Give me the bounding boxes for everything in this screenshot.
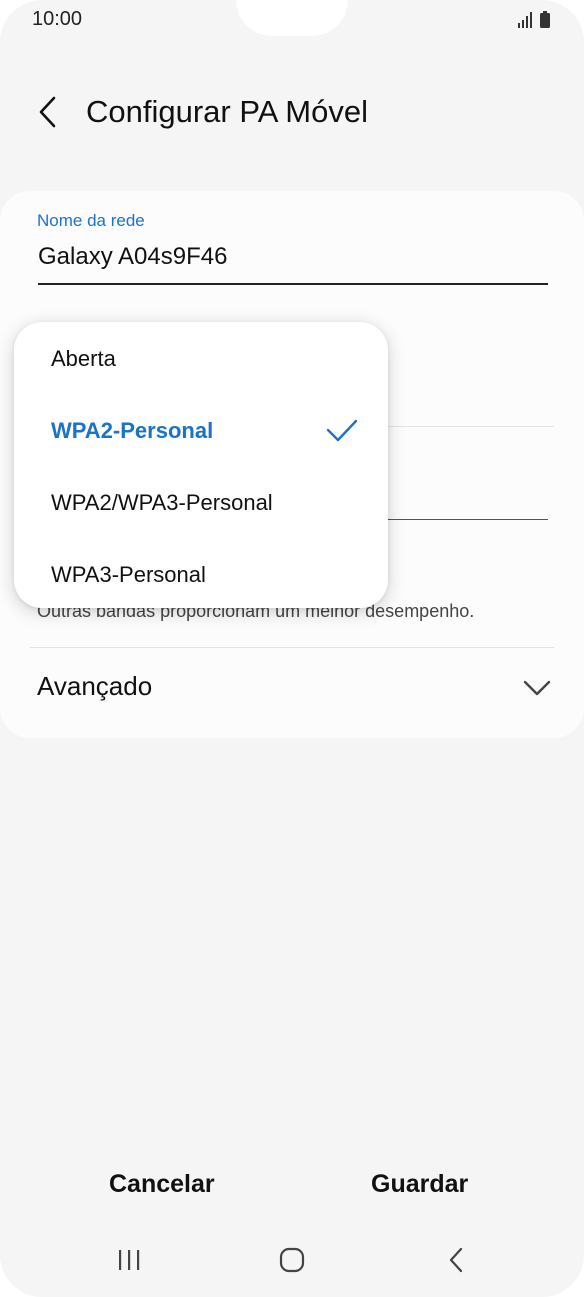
- password-underline: [388, 519, 548, 520]
- system-navbar: [0, 1230, 584, 1290]
- phone-screen: 10:00 Configurar PA Móvel Nome da rede O…: [0, 0, 584, 1297]
- option-aberta[interactable]: Aberta: [14, 324, 388, 396]
- signal-icon: [518, 11, 550, 28]
- home-icon: [279, 1247, 305, 1273]
- option-label: Aberta: [51, 346, 116, 371]
- home-button[interactable]: [268, 1240, 316, 1280]
- option-wpa2-wpa3-personal[interactable]: WPA2/WPA3-Personal: [14, 468, 388, 540]
- option-wpa3-personal[interactable]: WPA3-Personal: [14, 540, 388, 612]
- option-wpa2-personal[interactable]: WPA2-Personal: [14, 396, 388, 468]
- recents-button[interactable]: [105, 1240, 153, 1280]
- chevron-down-icon: [523, 680, 551, 696]
- status-time: 10:00: [32, 8, 83, 30]
- recents-icon: [119, 1250, 140, 1270]
- network-name-input[interactable]: [38, 243, 546, 271]
- bottom-action-bar: Cancelar Guardar: [0, 1160, 584, 1220]
- cancel-button[interactable]: Cancelar: [109, 1170, 215, 1199]
- check-icon: [326, 419, 358, 442]
- advanced-row[interactable]: Avançado: [0, 651, 584, 731]
- page-title: Configurar PA Móvel: [86, 94, 368, 129]
- security-dropdown-menu: Aberta WPA2-Personal WPA2/WPA3-Personal …: [14, 322, 388, 608]
- network-name-label: Nome da rede: [37, 211, 145, 230]
- nav-back-button[interactable]: [432, 1240, 480, 1280]
- divider: [388, 426, 554, 427]
- chevron-left-icon: [39, 96, 56, 128]
- back-icon: [449, 1247, 463, 1273]
- option-label: WPA2/WPA3-Personal: [51, 490, 273, 515]
- divider: [30, 647, 554, 648]
- back-button[interactable]: [26, 90, 70, 134]
- option-label: WPA3-Personal: [51, 562, 206, 587]
- advanced-label: Avançado: [37, 671, 153, 701]
- camera-notch: [236, 0, 348, 36]
- app-header: Configurar PA Móvel: [0, 80, 584, 146]
- status-icons: [516, 10, 552, 30]
- save-button[interactable]: Guardar: [371, 1170, 468, 1199]
- option-label: WPA2-Personal: [51, 418, 214, 443]
- network-name-underline: [38, 283, 548, 285]
